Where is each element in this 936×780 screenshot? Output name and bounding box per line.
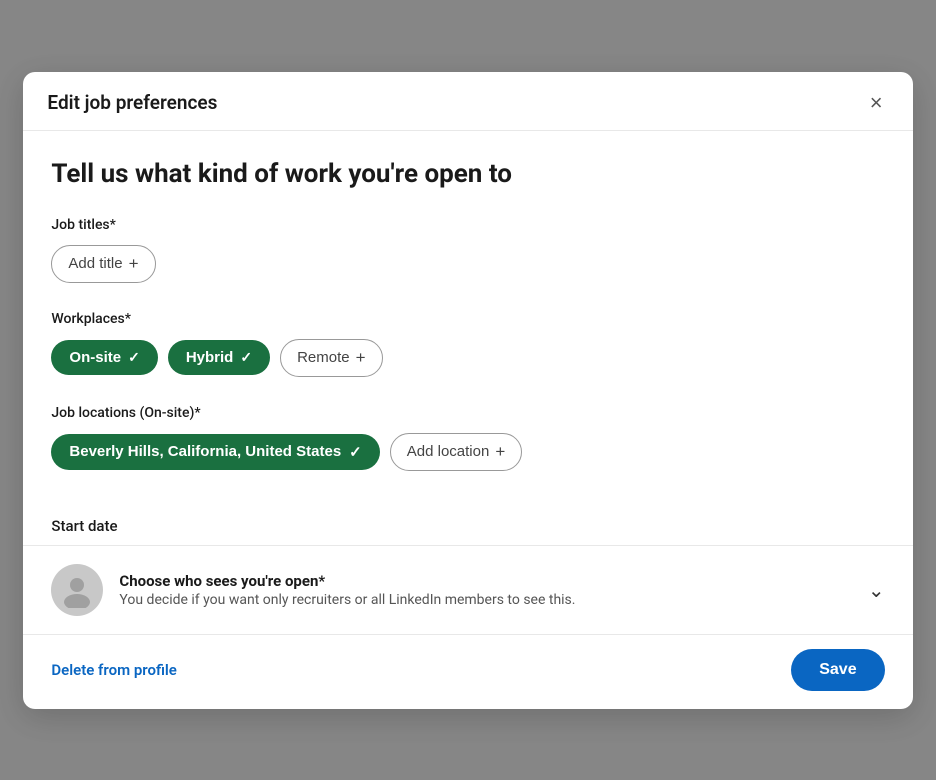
modal-heading: Tell us what kind of work you're open to <box>51 159 884 189</box>
visibility-description: You decide if you want only recruiters o… <box>119 592 851 608</box>
visibility-title: Choose who sees you're open* <box>119 572 851 590</box>
job-titles-label: Job titles* <box>51 217 884 233</box>
add-location-label: Add location <box>407 443 490 460</box>
locations-pills: Beverly Hills, California, United States… <box>51 433 884 471</box>
workplaces-label: Workplaces* <box>51 311 884 327</box>
job-locations-section: Job locations (On-site)* Beverly Hills, … <box>51 405 884 471</box>
visibility-section[interactable]: Choose who sees you're open* You decide … <box>23 545 912 634</box>
delete-from-profile-link[interactable]: Delete from profile <box>51 661 176 679</box>
add-location-plus-icon: + <box>495 442 505 462</box>
edit-job-preferences-modal: Edit job preferences × Tell us what kind… <box>23 72 912 709</box>
plus-icon: + <box>129 254 139 274</box>
workplaces-pills: On-site ✓ Hybrid ✓ Remote + <box>51 339 884 377</box>
add-title-label: Add title <box>68 255 122 272</box>
hybrid-label: Hybrid <box>186 349 234 366</box>
add-title-button[interactable]: Add title + <box>51 245 155 283</box>
hybrid-check-icon: ✓ <box>240 349 252 366</box>
modal-footer: Delete from profile Save <box>23 634 912 709</box>
workplace-onsite-button[interactable]: On-site ✓ <box>51 340 157 375</box>
visibility-text: Choose who sees you're open* You decide … <box>119 572 851 608</box>
chevron-down-icon: ⌄ <box>868 578 885 602</box>
onsite-check-icon: ✓ <box>128 349 140 366</box>
avatar <box>51 564 103 616</box>
add-location-button[interactable]: Add location + <box>390 433 523 471</box>
modal-header: Edit job preferences × <box>23 72 912 131</box>
modal-body: Tell us what kind of work you're open to… <box>23 131 912 471</box>
onsite-label: On-site <box>69 349 121 366</box>
start-date-label: Start date <box>23 499 912 535</box>
modal-title: Edit job preferences <box>47 91 217 114</box>
close-button[interactable]: × <box>864 90 889 116</box>
save-button[interactable]: Save <box>791 649 884 691</box>
remote-plus-icon: + <box>356 348 366 368</box>
job-titles-section: Job titles* Add title + <box>51 217 884 283</box>
selected-location-text: Beverly Hills, California, United States <box>69 443 341 460</box>
job-locations-label: Job locations (On-site)* <box>51 405 884 421</box>
selected-location-button[interactable]: Beverly Hills, California, United States… <box>51 434 379 470</box>
location-check-icon: ✓ <box>349 443 362 461</box>
workplace-remote-button[interactable]: Remote + <box>280 339 382 377</box>
remote-label: Remote <box>297 349 350 366</box>
workplace-hybrid-button[interactable]: Hybrid ✓ <box>168 340 270 375</box>
workplaces-section: Workplaces* On-site ✓ Hybrid ✓ Remote + <box>51 311 884 377</box>
